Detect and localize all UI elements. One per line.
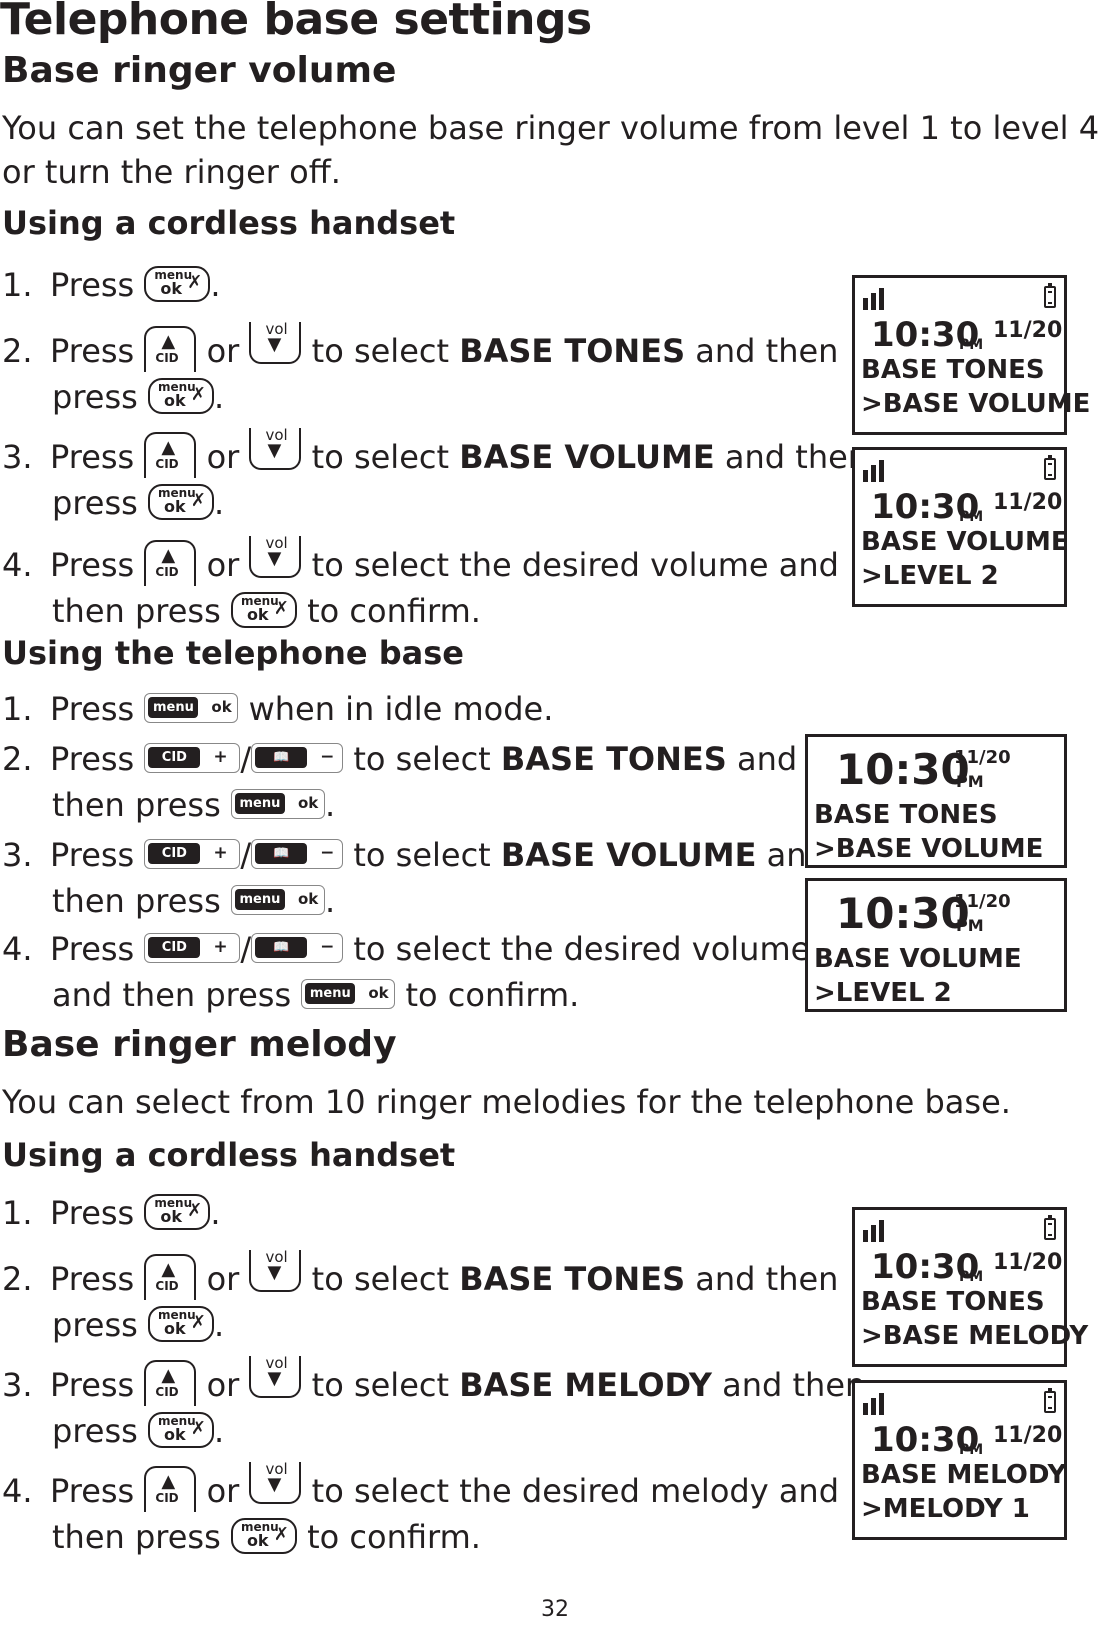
vol-down-key-icon: vol ▼	[249, 536, 302, 578]
step: 3. Press ▲ CID or vol ▼ to select BASE VOLU…	[2, 426, 869, 523]
book-icon: 📖	[255, 843, 308, 864]
vol-down-key-icon: vol ▼	[249, 1356, 302, 1398]
melody-intro: You can select from 10 ringer melodies f…	[2, 1083, 1011, 1121]
vol-down-key-icon: vol ▼	[249, 322, 302, 364]
section-heading-melody: Base ringer melody	[2, 1024, 397, 1065]
page-title: Telephone base settings	[0, 0, 592, 45]
mute-icon: ✗	[187, 272, 203, 293]
step: 3. Press CID + / 📖 − to select BASE VOLUME an…	[2, 836, 827, 920]
vol-down-key-icon: vol ▼	[249, 428, 302, 470]
menu-ok-key-icon: menu ok ✗	[144, 266, 211, 302]
signal-icon	[863, 460, 884, 482]
base-menu-ok-key-icon: menu ok	[230, 885, 325, 915]
step: 2. Press ▲ CID or vol ▼ to select BASE TONE…	[2, 320, 839, 417]
step: 4. Press ▲ CID or vol ▼ to select the desir…	[2, 534, 839, 631]
step: 4. Press ▲ CID or vol ▼ to select the desir…	[2, 1460, 840, 1557]
signal-icon	[863, 1220, 884, 1242]
menu-ok-key-icon: menu ok ✗	[144, 1194, 211, 1230]
mute-icon: ✗	[190, 1418, 206, 1439]
vol-down-key-icon: vol ▼	[249, 1462, 302, 1504]
base-cid-plus-key-icon: CID +	[144, 743, 241, 773]
menu-ok-key-icon: menu ok ✗	[147, 1412, 214, 1448]
cid-up-key-icon: ▲ CID	[144, 432, 197, 478]
menu-ok-key-icon: menu ok ✗	[230, 1518, 297, 1554]
base-screen: 10:30 11/20 PM BASE VOLUME >LEVEL 2	[805, 878, 1067, 1012]
step: 4. Press CID + / 📖 − to select the desired vo…	[2, 930, 811, 1014]
step: 2. Press ▲ CID or vol ▼ to select BASE TONE…	[2, 1248, 839, 1345]
menu-ok-key-icon: menu ok ✗	[147, 1306, 214, 1342]
cid-up-key-icon: ▲ CID	[144, 1466, 197, 1512]
base-menu-ok-key-icon: menu ok	[144, 693, 239, 723]
handset-screen: 10:30 PM 11/20 BASE TONES >BASE MELODY	[852, 1207, 1088, 1367]
mute-icon: ✗	[190, 1312, 206, 1333]
mute-icon: ✗	[190, 490, 206, 511]
mute-icon: ✗	[273, 1524, 289, 1545]
base-menu-ok-key-icon: menu ok	[230, 789, 325, 819]
signal-icon	[863, 288, 884, 310]
step: 1. Press menu ok ✗.	[2, 266, 221, 304]
base-menu-ok-key-icon: menu ok	[301, 979, 396, 1009]
volume-intro: You can set the telephone base ringer vo…	[2, 109, 1100, 191]
battery-icon	[1044, 1215, 1056, 1240]
page-number: 32	[541, 1597, 569, 1622]
step: 1. Press menu ok ✗.	[2, 1194, 221, 1232]
base-cid-plus-key-icon: CID +	[144, 839, 241, 869]
battery-icon	[1044, 1388, 1056, 1413]
step: 2. Press CID + / 📖 − to select BASE TONES and…	[2, 740, 798, 824]
mute-icon: ✗	[190, 384, 206, 405]
book-icon: 📖	[255, 937, 308, 958]
base-phonebook-minus-key-icon: 📖 −	[251, 933, 344, 963]
cid-up-key-icon: ▲ CID	[144, 1254, 197, 1300]
menu-ok-key-icon: menu ok ✗	[230, 592, 297, 628]
step: 3. Press ▲ CID or vol ▼ to select BASE MELO…	[2, 1354, 866, 1451]
vol-down-key-icon: vol ▼	[249, 1250, 302, 1292]
battery-icon	[1044, 283, 1056, 308]
base-phonebook-minus-key-icon: 📖 −	[251, 839, 344, 869]
menu-ok-key-icon: menu ok ✗	[147, 378, 214, 414]
cid-up-key-icon: ▲ CID	[144, 326, 197, 372]
subheading-base: Using the telephone base	[2, 634, 464, 672]
mute-icon: ✗	[273, 598, 289, 619]
base-phonebook-minus-key-icon: 📖 −	[251, 743, 344, 773]
battery-icon	[1044, 455, 1056, 480]
mute-icon: ✗	[187, 1200, 203, 1221]
cid-up-key-icon: ▲ CID	[144, 1360, 197, 1406]
menu-ok-key-icon: menu ok ✗	[147, 484, 214, 520]
handset-screen: 10:30 PM 11/20 BASE TONES >BASE VOLUME	[852, 275, 1090, 435]
subheading-handset-volume: Using a cordless handset	[2, 204, 456, 242]
base-screen: 10:30 11/20 PM BASE TONES >BASE VOLUME	[805, 734, 1067, 868]
section-heading-volume: Base ringer volume	[2, 50, 397, 91]
step: 1. Press menu ok when in idle mode.	[2, 690, 554, 728]
signal-icon	[863, 1393, 884, 1415]
book-icon: 📖	[255, 747, 308, 768]
cid-up-key-icon: ▲ CID	[144, 540, 197, 586]
handset-screen: 10:30 PM 11/20 BASE VOLUME >LEVEL 2	[852, 447, 1069, 607]
handset-screen: 10:30 PM 11/20 BASE MELODY >MELODY 1	[852, 1380, 1067, 1540]
base-cid-plus-key-icon: CID +	[144, 933, 241, 963]
subheading-handset-melody: Using a cordless handset	[2, 1136, 456, 1174]
